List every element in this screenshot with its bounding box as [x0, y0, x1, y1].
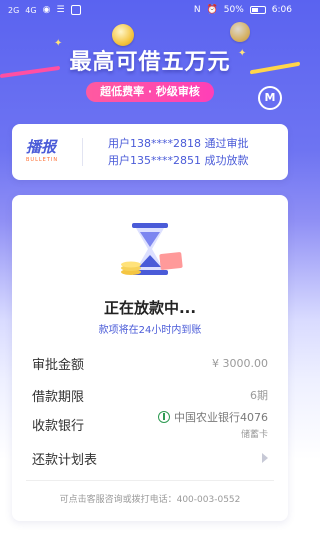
- status-title: 正在放款中...: [103, 299, 197, 317]
- status-bar: 2G 4G ◉ ☰ N ⏰ 50% 6:06: [0, 0, 300, 20]
- coin-icon: [230, 22, 250, 42]
- nfc-icon: N: [193, 5, 201, 15]
- detail-row-repayment-plan[interactable]: 还款计划表: [32, 445, 268, 471]
- bank-card-type: 储蓄卡: [240, 429, 268, 440]
- divider: [82, 138, 83, 166]
- loan-status-card: 正在放款中... 款项将在24小时内到账 审批金额 ¥ 3000.00 借款期限…: [12, 195, 288, 521]
- banner-headline: 最高可借五万元: [69, 50, 231, 75]
- banknote-icon: [159, 251, 183, 271]
- sim1-label: 2G: [8, 5, 20, 15]
- detail-row-amount: 审批金额 ¥ 3000.00: [32, 350, 268, 376]
- agricultural-bank-icon: [158, 410, 170, 423]
- battery-percent: 50%: [223, 5, 244, 15]
- bulletin-card: 播报 BULLETIN 用户138****2818 通过审批 用户135****…: [12, 124, 288, 180]
- bulletin-messages: 用户138****2818 通过审批 用户135****2851 成功放款: [108, 135, 249, 169]
- detail-value: 6期: [250, 389, 268, 402]
- alarm-icon: ⏰: [206, 5, 218, 15]
- detail-label: 收款银行: [32, 418, 85, 434]
- clock-time: 6:06: [271, 5, 292, 15]
- divider: [26, 480, 274, 481]
- promo-banner[interactable]: ✦ ✦ 最高可借五万元 超低费率 · 秒级审核: [0, 20, 300, 112]
- bank-info: 中国农业银行4076 储蓄卡: [158, 409, 268, 440]
- customer-service-hotline[interactable]: 可点击客服咨询或拨打电话：400-003-0552: [12, 492, 288, 505]
- sim2-label: 4G: [25, 5, 37, 15]
- detail-label: 还款计划表: [32, 452, 98, 468]
- bulletin-line: 用户138****2818 通过审批: [108, 137, 249, 150]
- bulletin-line: 用户135****2851 成功放款: [108, 154, 249, 167]
- detail-label: 借款期限: [32, 389, 85, 405]
- coin-stack-icon: [121, 261, 141, 275]
- battery-icon: [249, 6, 266, 14]
- chevron-right-icon[interactable]: [262, 453, 268, 463]
- detail-row-bank: 收款银行 中国农业银行4076 储蓄卡: [32, 409, 268, 440]
- banner-subtitle: 超低费率 · 秒级审核: [86, 82, 214, 102]
- notification-icon: ☰: [56, 5, 65, 15]
- status-subtitle: 款项将在24小时内到账: [98, 325, 202, 336]
- wifi-icon: ◉: [42, 5, 51, 15]
- bank-name: 中国农业银行4076: [174, 410, 268, 424]
- coin-icon: [112, 24, 134, 46]
- detail-row-term: 借款期限 6期: [32, 382, 268, 408]
- detail-label: 审批金额: [32, 357, 85, 373]
- brand-logo-icon: [258, 86, 282, 110]
- app-icon: [70, 5, 81, 15]
- bulletin-logo-cn: 播报: [26, 138, 57, 156]
- detail-value: ¥ 3000.00: [212, 356, 268, 370]
- bulletin-logo: 播报 BULLETIN: [26, 136, 70, 163]
- bulletin-logo-en: BULLETIN: [26, 157, 59, 163]
